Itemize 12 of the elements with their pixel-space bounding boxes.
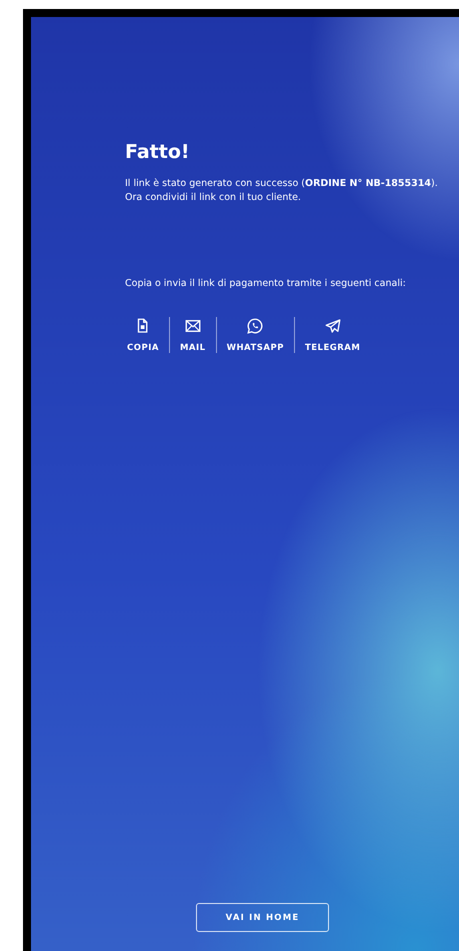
envelope-icon: [184, 317, 202, 335]
share-option[interactable]: MAIL: [170, 317, 216, 353]
share-message: Ora condividi il link con il tuo cliente.: [125, 191, 302, 205]
share-option[interactable]: WHATSAPP: [216, 317, 294, 353]
success-message: Il link è stato generato con successo (ORDINE N° NB-1855314).: [125, 177, 439, 191]
title: Fatto!: [125, 141, 191, 163]
home-button[interactable]: VAI IN HOME: [196, 903, 329, 932]
share-option[interactable]: COPIA: [127, 317, 169, 353]
paper-plane-icon: [324, 317, 342, 335]
chat-phone-icon: [246, 317, 264, 335]
share-option[interactable]: TELEGRAM: [294, 317, 370, 353]
instructions: Copia o invia il link di pagamento tramite i seguenti canali:: [125, 277, 407, 291]
